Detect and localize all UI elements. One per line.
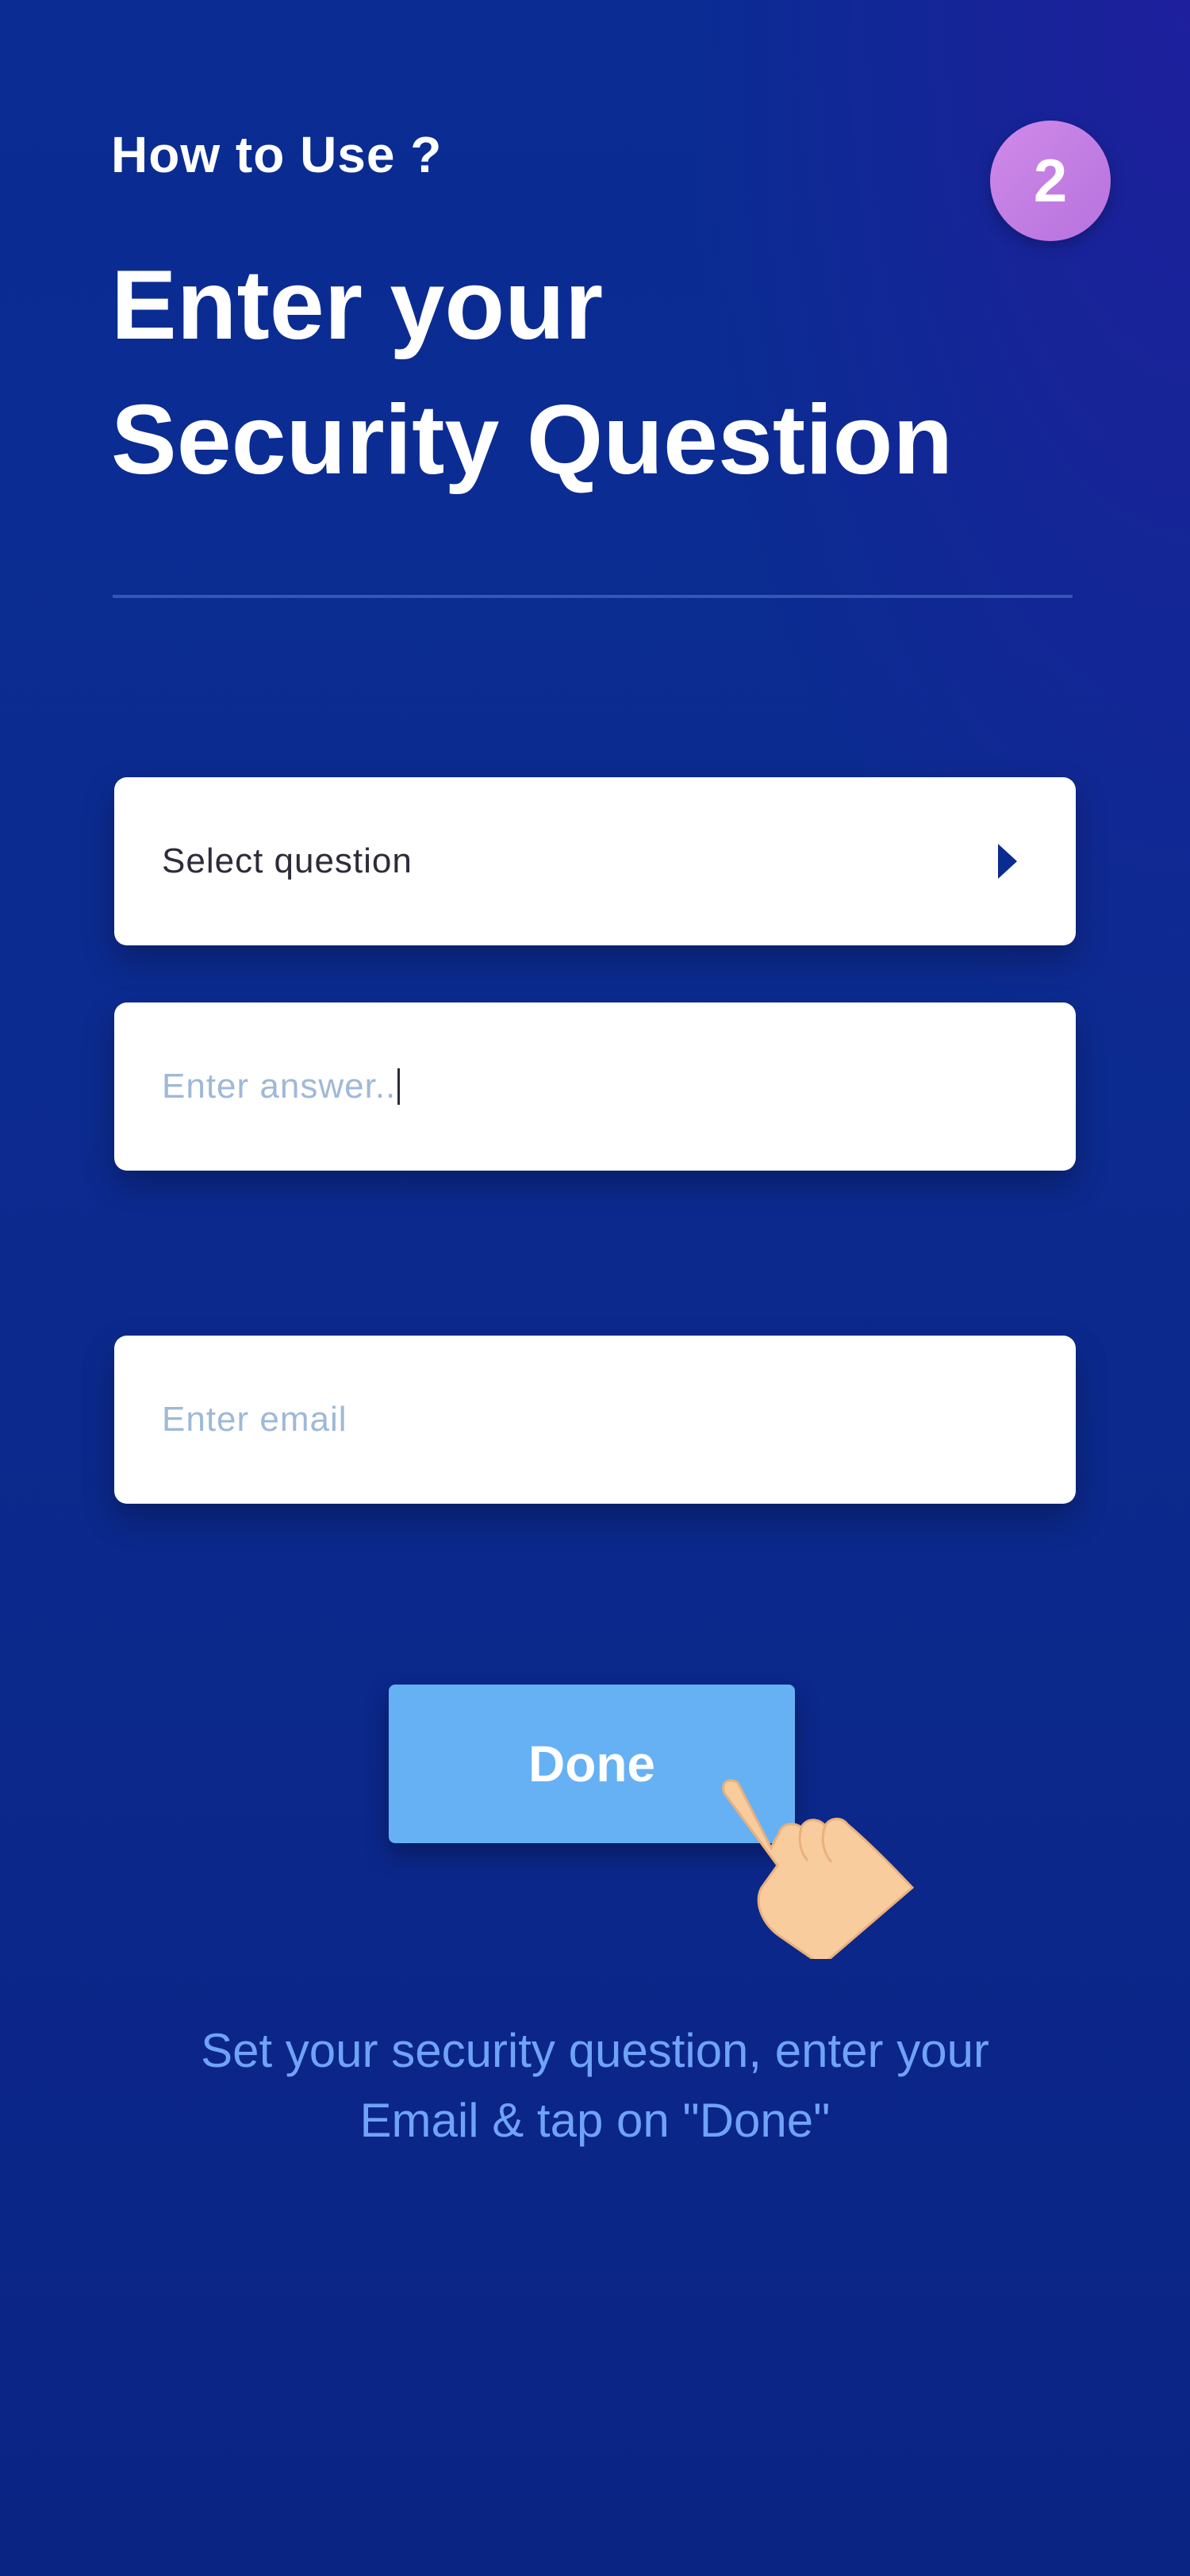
email-input[interactable]: Enter email: [114, 1336, 1076, 1504]
pointing-hand-icon: [722, 1779, 915, 1959]
step-badge: 2: [990, 121, 1111, 241]
page-title: Enter your Security Question: [111, 238, 953, 508]
chevron-right-icon: [998, 844, 1017, 879]
divider: [113, 595, 1073, 598]
email-placeholder: Enter email: [162, 1400, 347, 1439]
how-to-use-label: How to Use ?: [111, 126, 443, 183]
security-question-value: Select question: [162, 841, 413, 880]
security-question-select[interactable]: Select question: [114, 777, 1076, 945]
answer-input[interactable]: Enter answer..: [114, 1002, 1076, 1171]
text-cursor: [397, 1068, 401, 1105]
answer-placeholder: Enter answer..: [162, 1067, 397, 1106]
instruction-line-2: Email & tap on "Done": [359, 2094, 831, 2147]
instruction-line-1: Set your security question, enter your: [201, 2024, 989, 2077]
page-title-line-1: Enter your: [111, 251, 604, 360]
page-title-line-2: Security Question: [111, 385, 954, 495]
instruction-text: Set your security question, enter your E…: [119, 2016, 1071, 2156]
